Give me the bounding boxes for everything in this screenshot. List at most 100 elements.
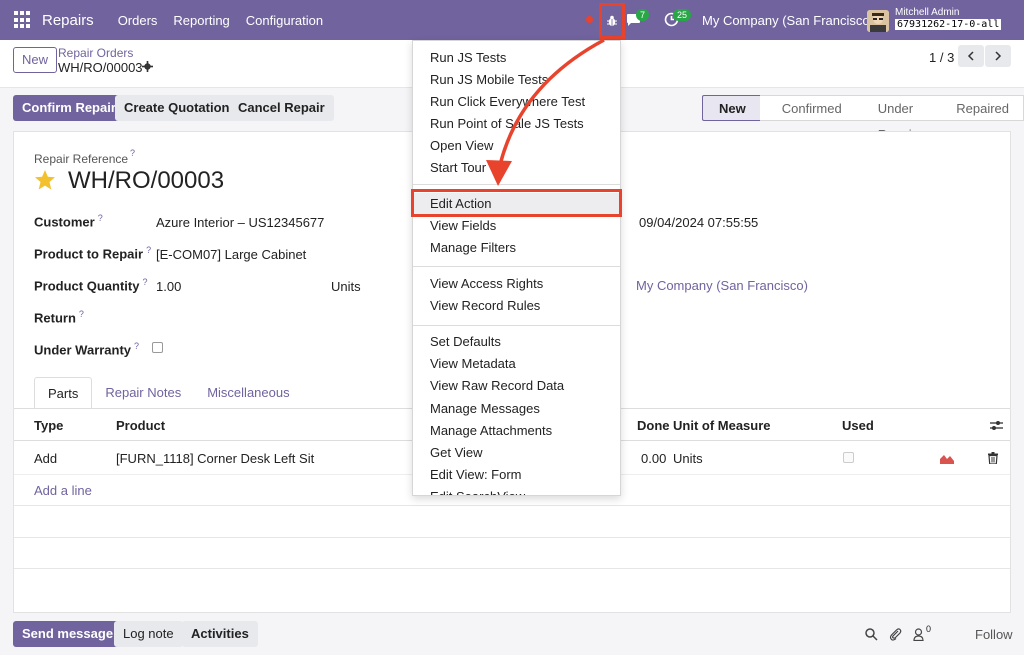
menu-item-open-view[interactable]: Open View [413, 135, 620, 157]
stage-confirmed[interactable]: Confirmed [759, 95, 856, 121]
customer-label: Customer? [34, 213, 103, 230]
column-settings-icon[interactable] [990, 420, 1003, 431]
menu-item-get-view[interactable]: Get View [413, 442, 620, 464]
favorite-star-icon[interactable] [34, 169, 56, 191]
debug-dropdown-menu: Run JS Tests Run JS Mobile Tests Run Cli… [412, 40, 621, 496]
forecast-chart-icon[interactable] [940, 453, 954, 464]
stage-under-repair[interactable]: Under Repair [855, 95, 935, 142]
company-switcher[interactable]: My Company (San Francisco) [702, 13, 874, 28]
empty-row [14, 568, 1010, 600]
user-name[interactable]: Mitchell Admin [895, 7, 959, 18]
chat-count-badge: 7 [636, 9, 650, 21]
chevron-right-icon [995, 51, 1002, 61]
column-type[interactable]: Type [34, 418, 63, 433]
edit-action-highlight [411, 189, 622, 217]
search-icon[interactable] [865, 628, 878, 641]
pager-previous-button[interactable] [958, 45, 984, 67]
menu-configuration[interactable]: Configuration [246, 13, 323, 28]
menu-item-run-js-tests[interactable]: Run JS Tests [413, 47, 620, 69]
follow-button[interactable]: Follow [975, 627, 1013, 642]
follower-icon[interactable] [913, 628, 924, 641]
menu-item-run-click-everywhere[interactable]: Run Click Everywhere Test [413, 91, 620, 113]
breadcrumb-parent[interactable]: Repair Orders [58, 46, 133, 60]
product-field[interactable]: [E-COM07] Large Cabinet [156, 247, 306, 262]
chat-button[interactable]: 7 [626, 9, 650, 30]
avatar-icon [867, 10, 889, 32]
new-record-button[interactable]: New [13, 47, 58, 73]
chatter-bar: Send message Log note Activities 0 Follo… [0, 614, 1024, 655]
paperclip-icon[interactable] [889, 627, 902, 641]
empty-row [14, 537, 1010, 569]
pager-value[interactable]: 1 / 3 [929, 50, 954, 65]
menu-item-edit-searchview[interactable]: Edit SearchView [413, 486, 620, 495]
activities-button[interactable]: Activities [182, 621, 258, 647]
menu-item-run-pos-js-tests[interactable]: Run Point of Sale JS Tests [413, 113, 620, 135]
followers-count: 0 [926, 624, 932, 634]
empty-row [14, 505, 1010, 537]
tab-parts[interactable]: Parts [34, 377, 93, 409]
confirm-repair-button[interactable]: Confirm Repair [13, 95, 125, 121]
activity-count-badge: 25 [673, 9, 692, 21]
create-quotation-button[interactable]: Create Quotation [115, 95, 239, 121]
menu-item-set-defaults[interactable]: Set Defaults [413, 331, 620, 353]
menu-item-edit-view-form[interactable]: Edit View: Form [413, 464, 620, 486]
cancel-repair-button[interactable]: Cancel Repair [229, 95, 334, 121]
quantity-field[interactable]: 1.00 [156, 279, 181, 294]
column-uom[interactable]: Unit of Measure [673, 418, 771, 433]
activity-button[interactable]: 25 [664, 9, 692, 30]
reference-help-icon[interactable]: ? [130, 148, 135, 158]
quantity-help-icon[interactable]: ? [142, 277, 147, 287]
gear-icon[interactable] [142, 61, 153, 72]
breadcrumb-current: WH/RO/00003 [58, 60, 143, 75]
menu-orders[interactable]: Orders [118, 13, 158, 28]
warranty-help-icon[interactable]: ? [134, 341, 139, 351]
schedule-date-field[interactable]: 09/04/2024 07:55:55 [639, 215, 758, 230]
menu-item-manage-messages[interactable]: Manage Messages [413, 398, 620, 420]
row-uom: Units [673, 451, 703, 466]
bug-icon [607, 15, 617, 26]
column-used[interactable]: Used [842, 418, 874, 433]
menu-reporting[interactable]: Reporting [173, 13, 229, 28]
send-message-button[interactable]: Send message [13, 621, 123, 647]
column-product[interactable]: Product [116, 418, 165, 433]
pager-next-button[interactable] [985, 45, 1011, 67]
column-done[interactable]: Done [637, 418, 670, 433]
menu-item-view-fields[interactable]: View Fields [413, 215, 620, 237]
quantity-label: Product Quantity? [34, 277, 148, 294]
app-brand[interactable]: Repairs [42, 12, 94, 29]
reference-value: WH/RO/00003 [68, 167, 225, 194]
log-note-button[interactable]: Log note [114, 621, 183, 647]
menu-item-manage-filters[interactable]: Manage Filters [413, 237, 620, 259]
tab-repair-notes[interactable]: Repair Notes [92, 377, 194, 409]
menu-item-view-metadata[interactable]: View Metadata [413, 353, 620, 375]
row-product: [FURN_1118] Corner Desk Left Sit [116, 451, 315, 466]
debug-indicator-dot [586, 16, 593, 23]
user-avatar[interactable] [867, 10, 889, 32]
stage-new[interactable]: New [702, 95, 760, 121]
trash-icon[interactable] [988, 452, 998, 464]
menu-item-run-js-mobile-tests[interactable]: Run JS Mobile Tests [413, 69, 620, 91]
menu-item-manage-attachments[interactable]: Manage Attachments [413, 420, 620, 442]
warranty-checkbox[interactable] [152, 342, 163, 353]
quantity-unit[interactable]: Units [331, 279, 361, 294]
company-field[interactable]: My Company (San Francisco) [636, 278, 808, 293]
menu-item-view-record-rules[interactable]: View Record Rules [413, 295, 620, 317]
return-label: Return? [34, 309, 84, 326]
return-help-icon[interactable]: ? [79, 309, 84, 319]
menu-item-view-access-rights[interactable]: View Access Rights [413, 273, 620, 295]
row-used-checkbox[interactable] [843, 452, 854, 463]
debug-menu-button[interactable] [599, 3, 625, 39]
apps-grid-icon[interactable] [14, 11, 32, 29]
add-line-link[interactable]: Add a line [34, 483, 92, 498]
menu-item-start-tour[interactable]: Start Tour [413, 157, 620, 179]
row-done: 0.00 [641, 451, 667, 466]
menu-divider [413, 325, 620, 326]
customer-help-icon[interactable]: ? [98, 213, 103, 223]
product-help-icon[interactable]: ? [146, 245, 151, 255]
database-tag: 67931262-17-0-all [895, 19, 1002, 30]
stage-repaired[interactable]: Repaired [934, 95, 1024, 121]
tab-miscellaneous[interactable]: Miscellaneous [194, 377, 302, 409]
status-bar: New Confirmed Under Repair Repaired [702, 95, 1024, 142]
customer-field[interactable]: Azure Interior – US12345677 [156, 215, 324, 230]
menu-item-view-raw-record[interactable]: View Raw Record Data [413, 375, 620, 397]
